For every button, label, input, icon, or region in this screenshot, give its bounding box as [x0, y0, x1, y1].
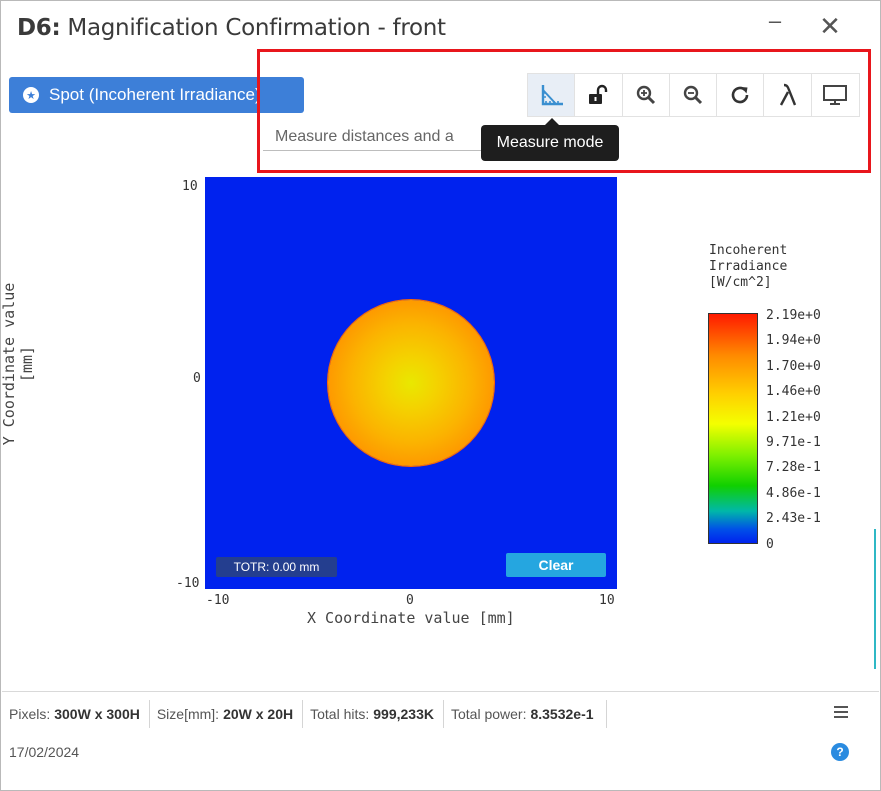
y-tick-bottom: -10 [176, 576, 200, 591]
legend-title-line: Incoherent [709, 243, 788, 258]
legend-title: Incoherent Irradiance [W/cm^2] [709, 243, 787, 291]
color-scale-bar [708, 313, 758, 544]
x-tick-middle: 0 [406, 593, 414, 608]
legend-tick: 7.28e-1 [766, 460, 821, 475]
hamburger-menu-icon[interactable] [830, 702, 852, 722]
legend-tick: 2.19e+0 [766, 308, 821, 323]
legend-tick: 0 [766, 537, 774, 552]
title-prefix: D6: [17, 15, 61, 41]
y-tick-middle: 0 [193, 371, 201, 386]
legend-tick: 1.46e+0 [766, 384, 821, 399]
clear-button[interactable]: Clear [506, 553, 606, 577]
toolbar-highlight-annotation [257, 49, 871, 173]
y-tick-top: 10 [182, 179, 198, 194]
analysis-window: D6: Magnification Confirmation - front –… [0, 0, 881, 791]
status-date: 17/02/2024 [9, 744, 80, 760]
status-total-power: Total power: 8.3532e-1 [444, 700, 607, 728]
status-hits-label: Total hits: [310, 706, 370, 722]
window-title: D6: Magnification Confirmation - front [17, 15, 446, 41]
status-power-label: Total power: [450, 706, 527, 722]
status-size-value: 20W x 20H [223, 706, 294, 722]
y-axis-label: Y Coordinate value [mm] [0, 282, 36, 446]
analysis-type-label: Spot (Incoherent Irradiance) [49, 85, 261, 104]
irradiance-plot[interactable]: TOTR: 0.00 mm Clear [205, 177, 617, 589]
x-axis-label: X Coordinate value [mm] [307, 609, 515, 627]
irradiance-spot [328, 300, 494, 466]
status-size-label: Size[mm]: [156, 706, 220, 722]
legend-tick: 4.86e-1 [766, 486, 821, 501]
title-text: Magnification Confirmation - front [60, 15, 446, 41]
legend-tick: 1.21e+0 [766, 410, 821, 425]
status-hits-value: 999,233K [373, 706, 434, 722]
status-power-value: 8.3532e-1 [530, 706, 594, 722]
window-edge-accent [874, 529, 876, 669]
circle-star-icon: ★ [23, 87, 39, 103]
status-total-hits: Total hits: 999,233K [303, 700, 444, 728]
legend-title-line: [W/cm^2] [709, 275, 772, 290]
status-pixels: Pixels: 300W x 300H [2, 700, 150, 728]
legend-tick: 2.43e-1 [766, 511, 821, 526]
status-bar: Pixels: 300W x 300H Size[mm]: 20W x 20H To… [2, 691, 879, 789]
minimize-button[interactable]: – [765, 8, 785, 34]
status-pixels-value: 300W x 300H [54, 706, 140, 722]
legend-tick: 9.71e-1 [766, 435, 821, 450]
status-size: Size[mm]: 20W x 20H [150, 700, 304, 728]
help-icon[interactable]: ? [831, 743, 849, 761]
legend-title-line: Irradiance [709, 259, 788, 274]
x-tick-left: -10 [206, 593, 230, 608]
legend-tick: 1.94e+0 [766, 333, 821, 348]
x-tick-right: 10 [599, 593, 615, 608]
status-pixels-label: Pixels: [9, 706, 51, 722]
totr-readout: TOTR: 0.00 mm [216, 557, 337, 577]
legend-tick: 1.70e+0 [766, 359, 821, 374]
status-row: Pixels: 300W x 300H Size[mm]: 20W x 20H To… [2, 700, 607, 728]
close-button[interactable]: ✕ [819, 13, 841, 39]
